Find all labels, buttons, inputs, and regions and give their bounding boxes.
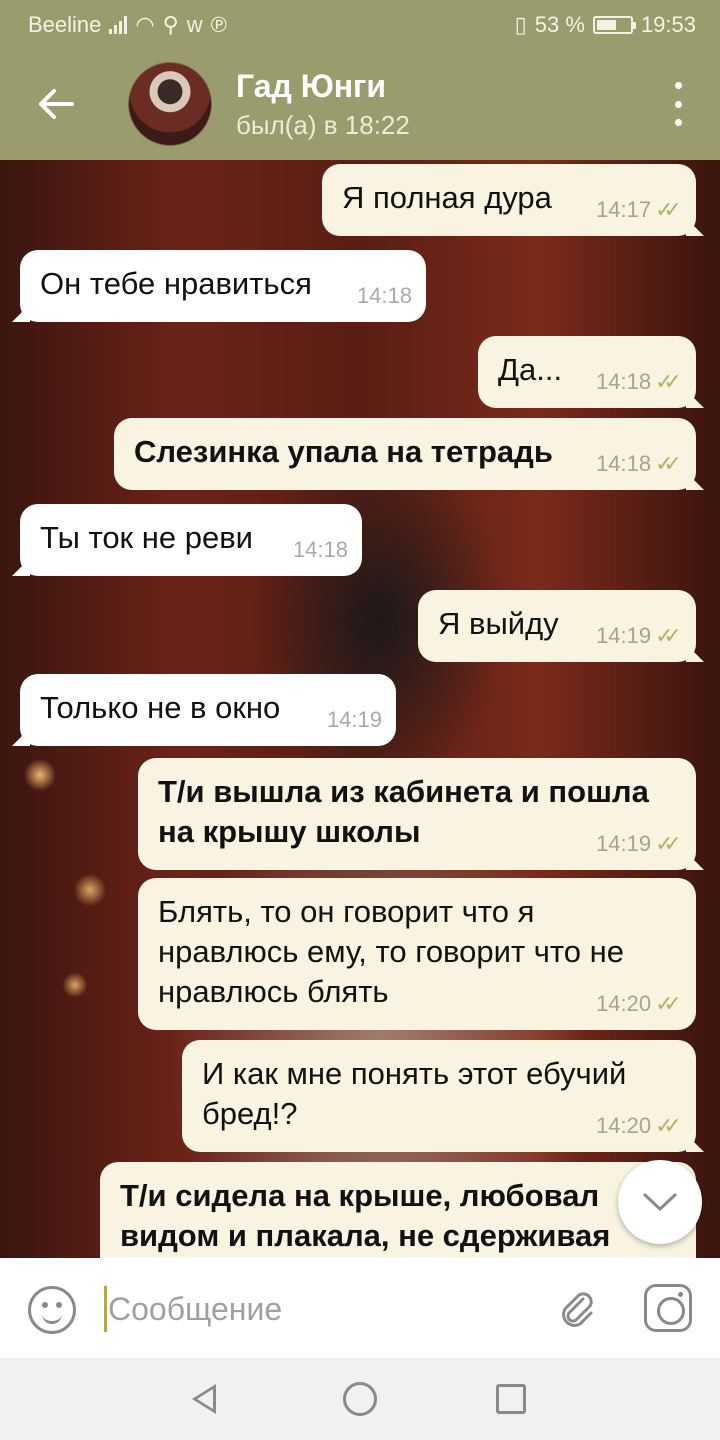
message-meta: 14:19 ✓✓: [596, 616, 682, 656]
message-time: 14:19: [596, 623, 652, 648]
contact-name[interactable]: Гад Юнги: [236, 68, 386, 105]
wifi-icon: ◠: [135, 12, 155, 37]
message-outgoing[interactable]: Блять, то он говорит что я нравлюсь ему,…: [138, 878, 696, 1030]
double-check-icon: ✓✓: [655, 451, 682, 476]
camera-icon[interactable]: [644, 1284, 692, 1332]
message-meta: 14:18 ✓✓: [596, 444, 682, 484]
message-incoming[interactable]: Ты ток не реви 14:18: [20, 504, 362, 576]
message-input[interactable]: [108, 1286, 528, 1332]
message-meta: 14:18 ✓✓: [596, 362, 682, 402]
double-check-icon: ✓✓: [655, 197, 682, 222]
carrier-name: Beeline: [28, 12, 102, 37]
message-outgoing[interactable]: Т/и вышла из кабинета и пошла на крышу ш…: [138, 758, 696, 870]
message-time: 14:20: [596, 991, 652, 1016]
message-incoming[interactable]: Только не в окно 14:19: [20, 674, 396, 746]
composer: [0, 1258, 720, 1358]
nav-home-icon[interactable]: [343, 1382, 377, 1416]
status-bar-left: Beeline ◠ ⚲ w ℗: [28, 12, 227, 38]
message-time: 14:18: [292, 537, 348, 562]
message-time: 14:19: [326, 707, 382, 732]
double-check-icon: ✓✓: [655, 369, 682, 394]
signal-icon: [109, 16, 128, 34]
message-outgoing[interactable]: Я полная дура 14:17 ✓✓: [322, 164, 696, 236]
arrow-left-icon[interactable]: [30, 78, 82, 130]
message-meta: 14:20 ✓✓: [596, 1106, 682, 1146]
double-check-icon: ✓✓: [655, 831, 682, 856]
nav-back-icon[interactable]: [190, 1382, 222, 1416]
status-bar: Beeline ◠ ⚲ w ℗ ▯ 53 % 19:53: [0, 0, 720, 48]
message-outgoing[interactable]: Т/и сидела на крыше, любовал видом и пла…: [100, 1162, 696, 1258]
message-text: Только не в окно: [40, 690, 281, 725]
double-check-icon: ✓✓: [655, 1113, 682, 1138]
message-meta: 14:19 ✓✓: [596, 824, 682, 864]
scroll-down-button[interactable]: [618, 1160, 702, 1244]
pinterest-icon: ℗: [210, 12, 227, 37]
search-icon: ⚲: [162, 12, 179, 37]
message-time: 14:18: [356, 283, 412, 308]
last-seen-status: был(а) в 18:22: [236, 110, 410, 140]
status-bar-right: ▯ 53 % 19:53: [515, 12, 696, 38]
message-time: 14:20: [596, 1113, 652, 1138]
message-meta: 14:17 ✓✓: [596, 190, 682, 230]
message-text: Т/и сидела на крыше, любовал видом и пла…: [120, 1178, 611, 1253]
message-outgoing[interactable]: Слезинка упала на тетрадь 14:18 ✓✓: [114, 418, 696, 490]
avatar[interactable]: [128, 62, 212, 146]
emoji-icon[interactable]: [28, 1286, 76, 1334]
system-nav-bar: [0, 1358, 720, 1440]
message-text: Слезинка упала на тетрадь: [134, 434, 553, 469]
text-caret: [104, 1286, 107, 1332]
message-time: 14:19: [596, 831, 652, 856]
message-time: 14:18: [596, 369, 652, 394]
message-time: 14:18: [596, 451, 652, 476]
message-outgoing[interactable]: Да... 14:18 ✓✓: [478, 336, 696, 408]
message-time: 14:17: [596, 197, 652, 222]
battery-percent: 53 %: [534, 12, 585, 37]
more-vert-icon[interactable]: [666, 82, 690, 126]
app-notification-icon: w: [186, 12, 203, 37]
message-text: Он тебе нравиться: [40, 266, 312, 301]
message-meta: 14:18: [357, 276, 412, 316]
message-outgoing[interactable]: Я выйду 14:19 ✓✓: [418, 590, 696, 662]
message-meta: 14:18: [293, 530, 348, 570]
vibrate-icon: ▯: [514, 12, 527, 37]
double-check-icon: ✓✓: [655, 623, 682, 648]
message-incoming[interactable]: Он тебе нравиться 14:18: [20, 250, 426, 322]
nav-recent-apps-icon[interactable]: [496, 1384, 526, 1414]
double-check-icon: ✓✓: [655, 991, 682, 1016]
message-outgoing[interactable]: И как мне понять этот ебучий бред!? 14:2…: [182, 1040, 696, 1152]
chat-area[interactable]: Я полная дура 14:17 ✓✓ Он тебе нравиться …: [0, 160, 720, 1258]
message-meta: 14:20 ✓✓: [596, 984, 682, 1024]
chevron-down-icon: [643, 1193, 677, 1211]
message-meta: 14:19: [327, 700, 382, 740]
chat-header: Гад Юнги был(а) в 18:22: [0, 48, 720, 160]
battery-icon: [592, 16, 636, 34]
paperclip-icon[interactable]: [542, 1274, 613, 1345]
clock: 19:53: [640, 12, 696, 37]
